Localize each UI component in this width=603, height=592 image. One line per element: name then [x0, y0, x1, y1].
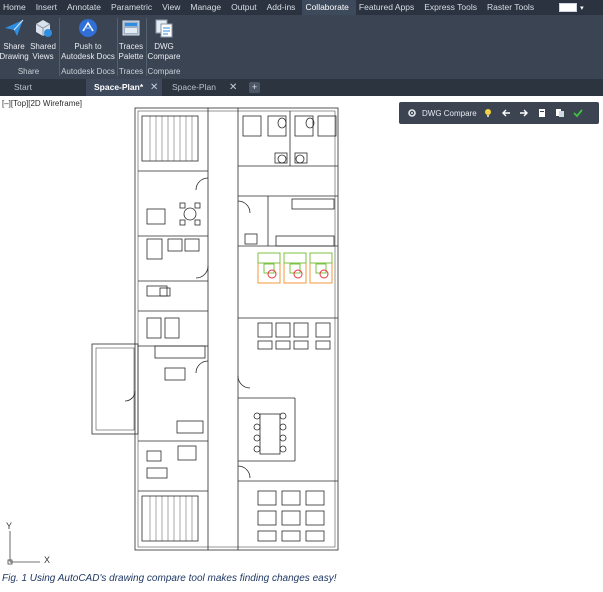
paper-plane-icon: [5, 19, 24, 36]
doc-tab-space-plan[interactable]: Space-Plan: [172, 79, 232, 96]
group-label-share: Share: [17, 67, 40, 76]
close-icon[interactable]: ✕: [150, 79, 158, 96]
dwg-compare-button[interactable]: DWG Compare: [147, 15, 181, 65]
shared-views-icon: [35, 20, 52, 37]
traces-palette-button[interactable]: Traces Palette: [117, 15, 145, 65]
push-docs-label-1: Push to: [74, 42, 102, 51]
close-icon[interactable]: ✕: [229, 79, 237, 96]
import-icon[interactable]: [555, 108, 565, 118]
arrow-left-icon[interactable]: [501, 108, 511, 118]
tab-output[interactable]: Output: [228, 0, 264, 15]
doc-tab-start[interactable]: Start: [14, 79, 84, 96]
document-tab-bar: Start Space-Plan* ✕ Space-Plan ✕ +: [0, 79, 603, 96]
dwg-compare-label-1: DWG: [154, 42, 174, 51]
ucs-y-label: Y: [6, 521, 13, 531]
ucs-icon: [7, 531, 40, 565]
chevron-down-icon[interactable]: ▾: [580, 4, 584, 12]
tab-express-tools[interactable]: Express Tools: [421, 0, 484, 15]
tab-raster-tools[interactable]: Raster Tools: [484, 0, 541, 15]
tab-add-ins[interactable]: Add-ins: [264, 0, 303, 15]
share-drawing-label-1: Share: [3, 42, 25, 51]
traces-label-1: Traces: [118, 42, 144, 51]
dwg-compare-icon: [155, 19, 173, 38]
shared-views-label-1: Shared: [30, 42, 56, 51]
tab-home[interactable]: Home: [0, 0, 33, 15]
ribbon-panel-toggle[interactable]: [559, 3, 578, 12]
push-to-autodesk-docs-button[interactable]: Push to Autodesk Docs: [60, 15, 116, 65]
gear-icon[interactable]: [407, 108, 417, 118]
shared-views-label-2: Views: [32, 52, 54, 61]
tab-view[interactable]: View: [159, 0, 187, 15]
floor-plan-drawing: [7, 107, 339, 565]
new-tab-button[interactable]: +: [249, 82, 260, 93]
building-outline: [134, 107, 339, 551]
dwg-compare-toolbar: DWG Compare: [399, 102, 599, 124]
ribbon-tab-bar: Home Insert Annotate Parametric View Man…: [0, 0, 603, 15]
tab-annotate[interactable]: Annotate: [64, 0, 108, 15]
push-docs-label-2: Autodesk Docs: [61, 52, 115, 61]
dwg-compare-label-2: Compare: [147, 52, 181, 61]
tab-parametric[interactable]: Parametric: [108, 0, 159, 15]
traces-label-2: Palette: [118, 52, 144, 61]
share-drawing-button[interactable]: Share Drawing: [0, 15, 29, 65]
tab-collaborate[interactable]: Collaborate: [302, 0, 356, 15]
arrow-right-icon[interactable]: [519, 108, 529, 118]
figure-caption: Fig. 1 Using AutoCAD's drawing compare t…: [2, 573, 337, 584]
autodesk-docs-icon: [79, 19, 97, 37]
snapshot-icon[interactable]: [537, 108, 547, 118]
lightbulb-icon[interactable]: [483, 108, 493, 118]
group-label-autodesk-docs: Autodesk Docs: [61, 67, 115, 76]
compare-toolbar-title: DWG Compare: [422, 108, 477, 118]
ucs-x-label: X: [44, 555, 51, 565]
checkmark-icon[interactable]: [573, 108, 583, 118]
tab-manage[interactable]: Manage: [187, 0, 228, 15]
traces-palette-icon: [122, 20, 140, 36]
compare-highlight-group: [257, 252, 333, 284]
group-label-compare: Compare: [147, 67, 181, 76]
share-drawing-label-2: Drawing: [0, 52, 29, 61]
tab-featured-apps[interactable]: Featured Apps: [356, 0, 421, 15]
tab-insert[interactable]: Insert: [33, 0, 64, 15]
drawing-viewport[interactable]: [–][Top][2D Wireframe] Y X DWG Compare: [0, 96, 603, 570]
group-label-traces: Traces: [118, 67, 144, 76]
ribbon-panel: Share Drawing Shared Views Share Push to…: [0, 15, 603, 79]
shared-views-button[interactable]: Shared Views: [29, 15, 57, 65]
